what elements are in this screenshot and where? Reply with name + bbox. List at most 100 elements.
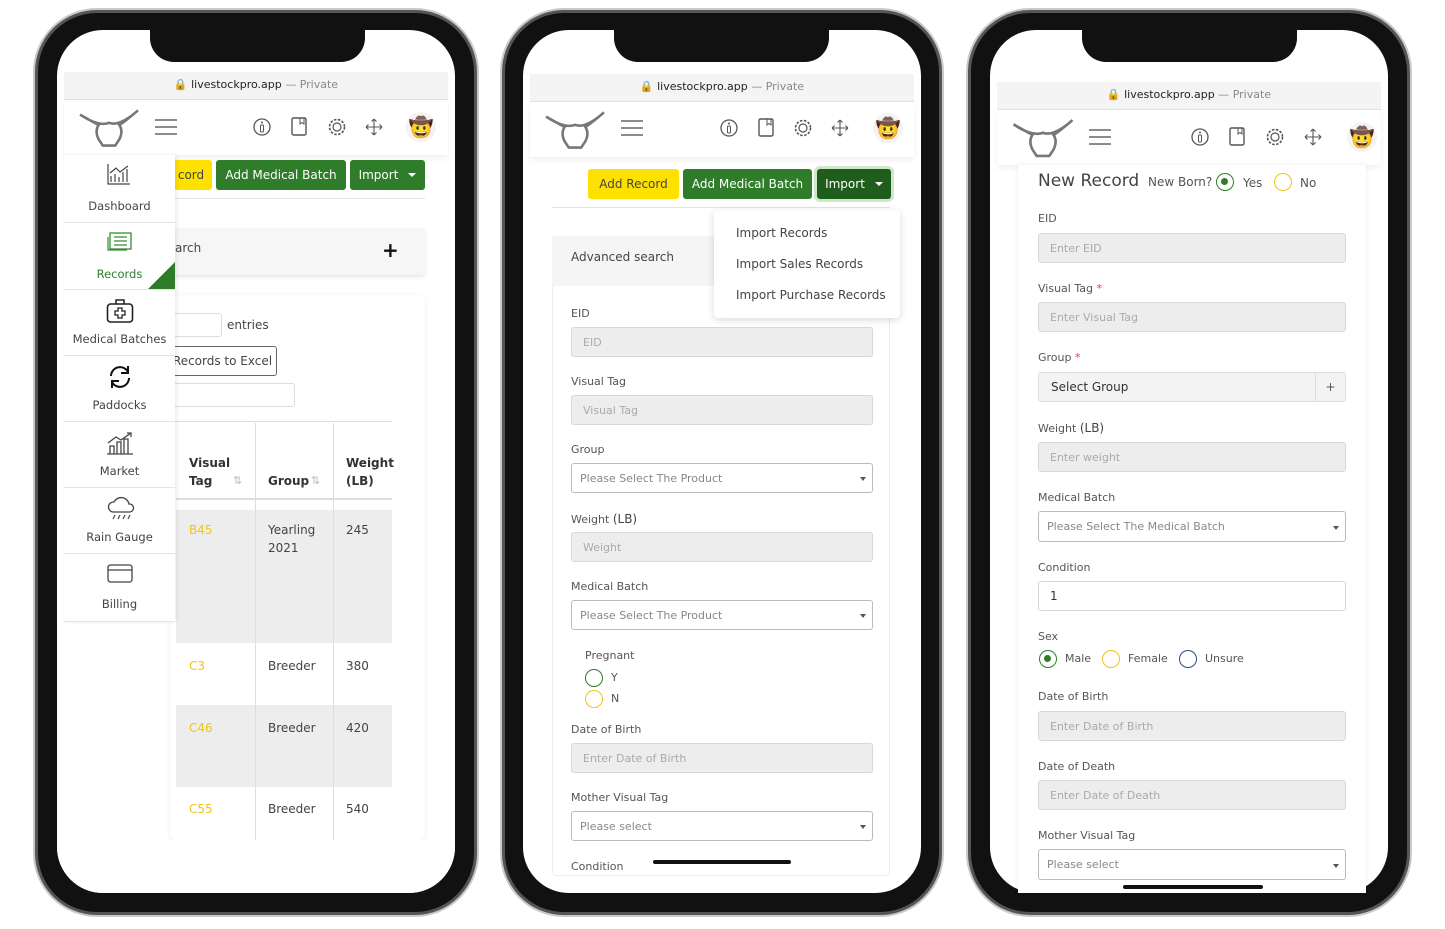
gear-icon[interactable] — [328, 118, 346, 136]
url-text: 🔒 livestockpro.app — Private — [173, 78, 339, 91]
cell-group: Breeder — [268, 659, 316, 673]
url-text: 🔒 livestockpro.app — Private — [639, 80, 805, 93]
move-icon[interactable] — [831, 119, 849, 137]
url-domain: livestockpro.app — [191, 78, 282, 91]
new-born-yes-radio[interactable] — [1216, 173, 1234, 191]
dod-input[interactable]: Enter Date of Death — [1038, 780, 1346, 810]
cell-visual-tag[interactable]: C3 — [189, 657, 205, 675]
logo-bull-icon[interactable] — [1011, 118, 1075, 158]
column-header-group[interactable]: Group — [268, 472, 309, 490]
eid-input[interactable]: EID — [571, 327, 873, 357]
book-icon[interactable] — [757, 118, 775, 137]
hamburger-icon[interactable] — [1089, 129, 1112, 146]
add-medical-batch-button[interactable]: Add Medical Batch — [216, 160, 346, 190]
column-header-visual-tag[interactable]: Visual Tag — [189, 454, 230, 490]
pregnant-no-radio[interactable] — [585, 690, 603, 708]
condition-label: Condition — [571, 860, 624, 873]
add-record-button[interactable]: Add Record — [588, 169, 679, 199]
sidebar-item-billing[interactable]: Billing — [64, 554, 175, 622]
column-header-weight[interactable]: Weight (LB) — [346, 454, 394, 490]
cell-visual-tag[interactable]: B45 — [189, 521, 213, 539]
visual-tag-label: Visual Tag * — [1038, 282, 1102, 295]
cell-weight: 245 — [346, 523, 369, 537]
avatar[interactable]: 🤠 — [406, 112, 436, 142]
sidebar-item-paddocks[interactable]: Paddocks — [64, 356, 175, 422]
menu-item-import-sales-records[interactable]: Import Sales Records — [736, 257, 863, 271]
add-group-button[interactable]: + — [1315, 372, 1346, 402]
medical-batch-select[interactable]: Please Select The Medical Batch — [1038, 511, 1346, 542]
cell-group: Breeder — [268, 802, 316, 816]
add-record-button[interactable]: cord — [170, 160, 212, 190]
header-text: Weight — [346, 456, 394, 470]
dropdown-arrow-icon — [1333, 525, 1339, 530]
table-search-input[interactable] — [170, 383, 295, 407]
info-icon[interactable] — [1191, 128, 1209, 146]
visual-tag-input[interactable]: Visual Tag — [571, 395, 873, 425]
book-icon[interactable] — [1228, 127, 1246, 146]
medical-batch-select[interactable]: Please Select The Product — [571, 600, 873, 630]
sidebar-item-market[interactable]: Market — [64, 422, 175, 488]
export-excel-button[interactable]: Records to Excel — [168, 346, 277, 376]
import-button[interactable]: Import — [817, 169, 891, 199]
avatar[interactable]: 🤠 — [873, 113, 903, 143]
sex-male-label: Male — [1065, 652, 1092, 665]
logo-bull-icon[interactable] — [544, 110, 606, 150]
hamburger-icon[interactable] — [155, 119, 178, 136]
sidebar-item-dashboard[interactable]: Dashboard — [64, 155, 175, 223]
group-select[interactable]: Select Group — [1038, 372, 1316, 402]
phone-notch — [614, 30, 829, 62]
sidebar-label: Paddocks — [92, 398, 147, 412]
book-icon[interactable] — [290, 117, 308, 136]
cell-visual-tag[interactable]: C55 — [189, 800, 213, 818]
mother-visual-tag-select[interactable]: Please select — [1038, 849, 1346, 880]
sidebar-label: Market — [99, 464, 140, 478]
sort-icon[interactable]: ⇅ — [311, 474, 320, 487]
logo-bull-icon[interactable] — [78, 108, 140, 148]
add-medical-batch-button[interactable]: Add Medical Batch — [683, 169, 812, 199]
gear-icon[interactable] — [794, 119, 812, 137]
gear-icon[interactable] — [1266, 128, 1284, 146]
group-select[interactable]: Please Select The Product — [571, 463, 873, 493]
visual-tag-input[interactable]: Enter Visual Tag — [1038, 302, 1346, 332]
mother-visual-tag-select[interactable]: Please select — [571, 811, 873, 841]
weight-input[interactable]: Enter weight — [1038, 442, 1346, 472]
import-label: Import — [825, 177, 865, 191]
menu-item-import-purchase-records[interactable]: Import Purchase Records — [736, 288, 886, 302]
hamburger-icon[interactable] — [621, 120, 644, 137]
avatar[interactable]: 🤠 — [1347, 122, 1377, 152]
menu-item-import-records[interactable]: Import Records — [736, 226, 827, 240]
info-icon[interactable] — [253, 118, 271, 136]
home-indicator[interactable] — [1123, 885, 1263, 889]
sex-female-radio[interactable] — [1102, 650, 1120, 668]
dob-input[interactable]: Enter Date of Birth — [571, 743, 873, 773]
info-icon[interactable] — [720, 119, 738, 137]
pregnant-yes-radio[interactable] — [585, 669, 603, 687]
move-icon[interactable] — [365, 118, 383, 136]
caret-down-icon — [408, 173, 417, 177]
eid-input[interactable]: Enter EID — [1038, 233, 1346, 263]
cell-visual-tag[interactable]: C46 — [189, 719, 213, 737]
sex-male-radio[interactable] — [1039, 650, 1057, 668]
select-value: Please select — [1047, 858, 1119, 871]
new-born-no-radio[interactable] — [1274, 173, 1292, 191]
weight-input[interactable]: Weight — [571, 532, 873, 562]
dob-input[interactable]: Enter Date of Birth — [1038, 711, 1346, 741]
header-text: (LB) — [346, 474, 374, 488]
sex-unsure-radio[interactable] — [1179, 650, 1197, 668]
private-label: — Private — [1218, 88, 1272, 101]
eid-label: EID — [571, 307, 590, 320]
move-icon[interactable] — [1304, 128, 1322, 146]
sidebar-item-records[interactable]: Records — [64, 223, 175, 290]
sort-icon[interactable]: ⇅ — [233, 474, 242, 487]
advanced-search-label: Advanced search — [571, 250, 674, 264]
entries-select[interactable] — [170, 313, 222, 337]
sidebar-item-rain-gauge[interactable]: Rain Gauge — [64, 488, 175, 554]
table-row[interactable] — [176, 705, 392, 787]
home-indicator[interactable] — [653, 860, 791, 864]
import-button[interactable]: Import — [350, 160, 425, 190]
label-text: Group — [1038, 351, 1072, 364]
expand-plus-icon[interactable]: + — [382, 238, 399, 262]
condition-input[interactable]: 1 — [1038, 581, 1346, 611]
sidebar-label: Dashboard — [88, 199, 151, 213]
sidebar-item-medical-batches[interactable]: Medical Batches — [64, 290, 175, 356]
